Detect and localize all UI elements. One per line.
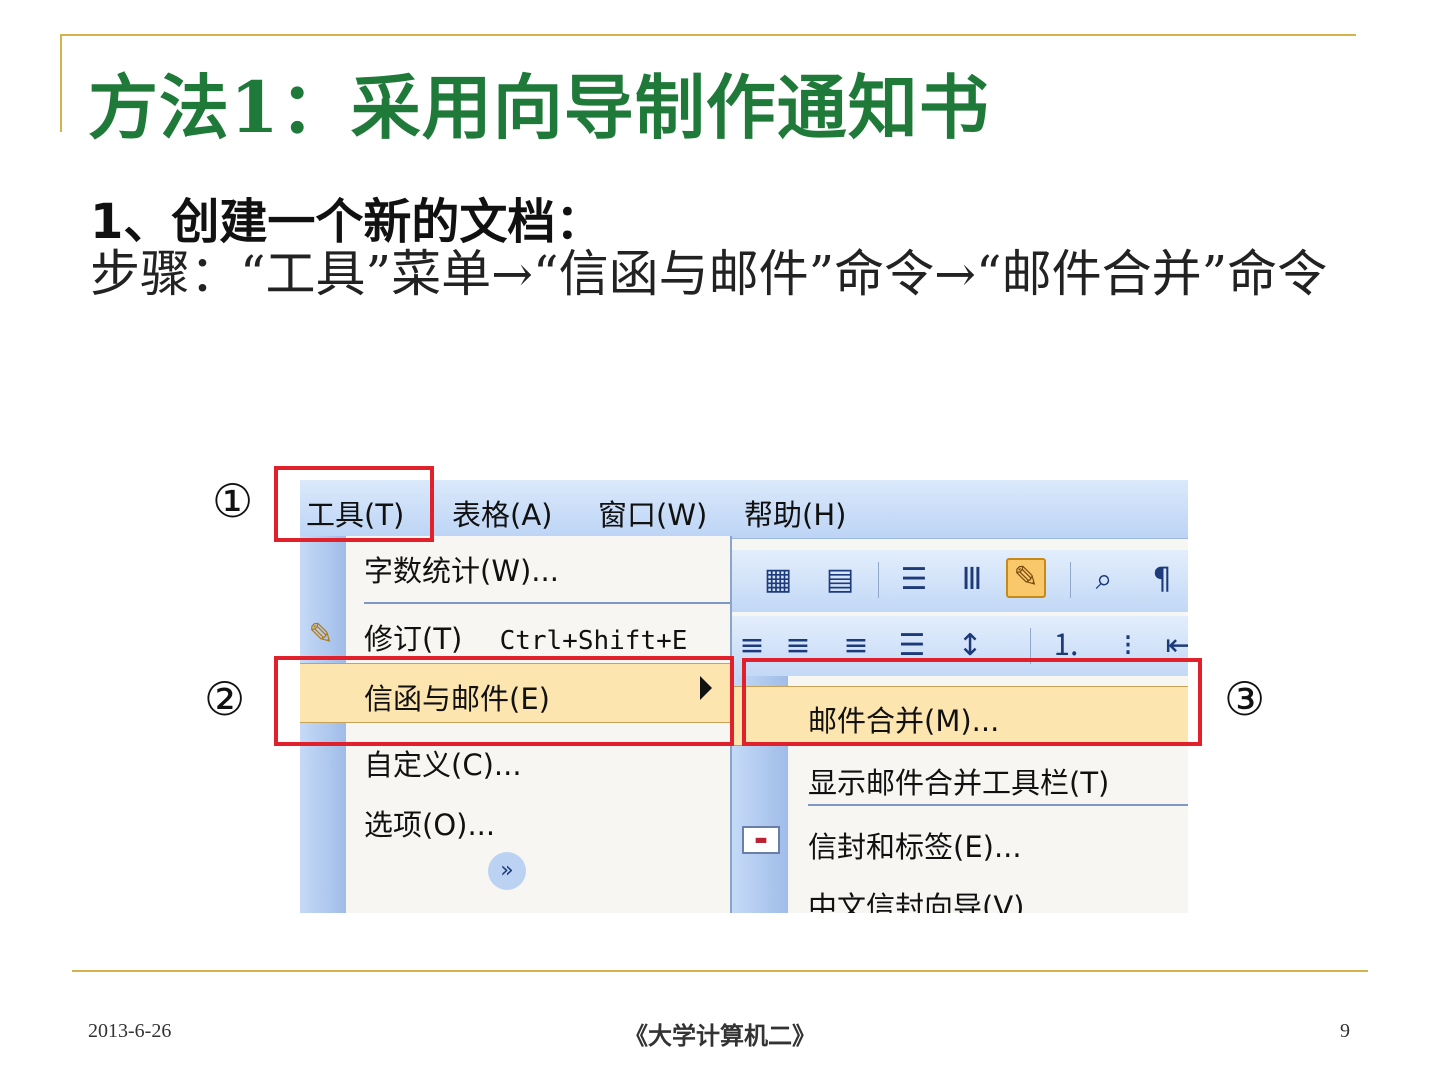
menu-item-word-count[interactable]: 字数统计(W)... xyxy=(364,548,559,590)
toolbar-separator xyxy=(1070,562,1071,598)
left-rule xyxy=(60,34,62,132)
submenu-item-chinese-envelope[interactable]: 中文信封向导(V) xyxy=(808,884,1024,913)
step-marker-3: ③ xyxy=(1224,672,1266,726)
callout-box-tools xyxy=(274,466,434,542)
menu-item-options[interactable]: 选项(O)... xyxy=(364,802,495,844)
top-rule xyxy=(60,34,1356,36)
submenu-item-show-toolbar[interactable]: 显示邮件合并工具栏(T) xyxy=(808,760,1109,802)
callout-box-mail-merge xyxy=(742,658,1202,746)
menu-table[interactable]: 表格(A) xyxy=(452,492,552,534)
standard-toolbar: ▦ ▤ ☰ Ⅲ ✎ ⌕ ¶ xyxy=(730,550,1188,612)
table-icon[interactable]: ▦ xyxy=(760,562,796,598)
steps-text: 步骤：“工具”菜单→“信函与邮件”命令→“邮件合并”命令 xyxy=(90,245,1328,303)
document-map-icon[interactable]: ⌕ xyxy=(1086,562,1122,598)
toolbar-separator xyxy=(878,562,879,598)
excel-sheet-icon[interactable]: ▤ xyxy=(822,562,858,598)
menu-window[interactable]: 窗口(W) xyxy=(598,492,707,534)
track-changes-label: 修订(T) xyxy=(364,622,463,656)
slide-title: 方法1：采用向导制作通知书 xyxy=(88,66,990,149)
step-marker-2: ② xyxy=(204,672,246,726)
menu-help[interactable]: 帮助(H) xyxy=(744,492,846,534)
track-changes-icon: ✎ xyxy=(308,617,334,652)
footer-course-title: 《大学计算机二》 xyxy=(624,1024,816,1050)
submenu-item-envelopes-labels[interactable]: 信封和标签(E)... xyxy=(808,824,1022,866)
drawing-icon[interactable]: ✎ xyxy=(1006,558,1046,598)
envelope-icon: ▬ xyxy=(742,826,780,854)
menu-separator xyxy=(364,602,730,604)
menu-item-customize[interactable]: 自定义(C)... xyxy=(364,742,522,784)
submenu-separator xyxy=(808,804,1188,806)
expand-chevron-icon[interactable]: » xyxy=(488,852,526,890)
menu-item-track-changes[interactable]: 修订(T) Ctrl+Shift+E xyxy=(364,616,687,658)
track-changes-shortcut: Ctrl+Shift+E xyxy=(499,626,688,656)
bottom-rule xyxy=(72,970,1368,972)
step-marker-1: ① xyxy=(212,474,254,528)
show-formatting-icon[interactable]: ¶ xyxy=(1144,562,1180,598)
columns-icon[interactable]: ☰ xyxy=(896,562,932,598)
footer-page-number: 9 xyxy=(1340,1020,1350,1042)
subheading: 1、创建一个新的文档： xyxy=(90,194,604,250)
callout-box-letters-mailings xyxy=(274,656,734,746)
text-direction-icon[interactable]: Ⅲ xyxy=(954,562,990,598)
